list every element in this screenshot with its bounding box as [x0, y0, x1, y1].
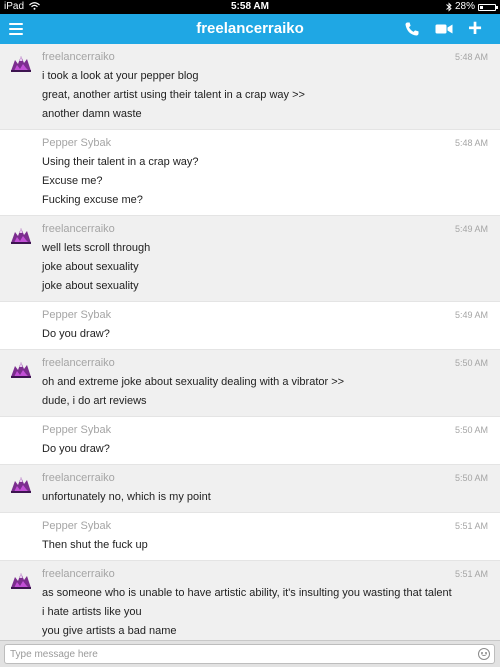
status-right: 28% — [446, 0, 498, 14]
message-text: as someone who is unable to have artisti… — [42, 587, 452, 599]
message-text: Then shut the fuck up — [42, 539, 148, 551]
message-group: Pepper Sybak 5:50 AM Do you draw? — [0, 416, 500, 465]
conversation-title: freelancerraiko — [196, 20, 304, 37]
sender-name: Pepper Sybak — [42, 309, 112, 321]
nav-bar: freelancerraiko + — [0, 14, 500, 44]
message-text: Do you draw? — [42, 443, 110, 455]
sender-name: freelancerraiko — [42, 357, 115, 369]
message-time: 5:49 AM — [454, 224, 488, 234]
message-text: oh and extreme joke about sexuality deal… — [42, 376, 345, 388]
message-time: 5:51 AM — [454, 569, 488, 579]
message-time: 5:50 AM — [454, 473, 488, 483]
message-group: freelancerraiko 5:50 AM oh and extreme jok… — [0, 350, 500, 416]
message-group: freelancerraiko 5:48 AM i took a look at y… — [0, 44, 500, 129]
message-group: Pepper Sybak 5:49 AM Do you draw? — [0, 301, 500, 350]
avatar[interactable] — [9, 474, 33, 494]
avatar[interactable] — [9, 53, 33, 73]
message-text: Using their talent in a crap way? — [42, 156, 199, 168]
message-time: 5:50 AM — [454, 425, 488, 435]
message-group: Pepper Sybak 5:51 AM Then shut the fuck up — [0, 512, 500, 561]
emoji-icon[interactable] — [478, 648, 490, 660]
message-text: i hate artists like you — [42, 606, 142, 618]
video-icon — [435, 24, 453, 34]
message-group: freelancerraiko 5:50 AM unfortunately no, … — [0, 465, 500, 512]
message-text: well lets scroll through — [42, 242, 151, 254]
message-group: Pepper Sybak 5:48 AM Using their talent in… — [0, 129, 500, 216]
bluetooth-icon — [446, 2, 452, 12]
sender-name: Pepper Sybak — [42, 424, 112, 436]
avatar[interactable] — [9, 225, 33, 245]
message-text: joke about sexuality — [42, 261, 139, 273]
message-text: dude, i do art reviews — [42, 395, 147, 407]
message-text: Excuse me? — [42, 175, 103, 187]
message-list[interactable]: freelancerraiko 5:48 AM i took a look at y… — [0, 44, 500, 640]
phone-icon — [405, 22, 419, 36]
message-group: freelancerraiko 5:51 AM as someone who is … — [0, 561, 500, 640]
avatar[interactable] — [9, 359, 33, 379]
sender-name: Pepper Sybak — [42, 520, 112, 532]
plus-icon: + — [467, 15, 482, 42]
message-text: Do you draw? — [42, 328, 110, 340]
message-input[interactable] — [4, 644, 495, 664]
sender-name: Pepper Sybak — [42, 137, 112, 149]
message-group: freelancerraiko 5:49 AM well lets scroll t… — [0, 216, 500, 301]
message-text: joke about sexuality — [42, 280, 139, 292]
status-bar: iPad 5:58 AM 28% — [0, 0, 500, 14]
call-button[interactable] — [400, 14, 424, 44]
message-time: 5:48 AM — [454, 138, 488, 148]
sender-name: freelancerraiko — [42, 51, 115, 63]
video-call-button[interactable] — [432, 14, 456, 44]
message-time: 5:51 AM — [454, 521, 488, 531]
message-time: 5:48 AM — [454, 52, 488, 62]
message-input-bar — [0, 640, 500, 667]
sender-name: freelancerraiko — [42, 472, 115, 484]
sender-name: freelancerraiko — [42, 568, 115, 580]
message-time: 5:50 AM — [454, 358, 488, 368]
message-text: another damn waste — [42, 108, 142, 120]
sender-name: freelancerraiko — [42, 223, 115, 235]
message-text: unfortunately no, which is my point — [42, 491, 211, 503]
message-time: 5:49 AM — [454, 310, 488, 320]
battery-icon — [478, 3, 498, 11]
menu-button[interactable] — [4, 14, 28, 44]
status-time: 5:58 AM — [231, 1, 269, 12]
battery-percent: 28% — [454, 1, 475, 12]
message-text: you give artists a bad name — [42, 625, 177, 637]
message-text: Fucking excuse me? — [42, 194, 143, 206]
avatar[interactable] — [9, 570, 33, 590]
menu-icon — [9, 23, 23, 35]
message-text: i took a look at your pepper blog — [42, 70, 199, 82]
message-text: great, another artist using their talent… — [42, 89, 305, 101]
add-button[interactable]: + — [462, 14, 488, 44]
